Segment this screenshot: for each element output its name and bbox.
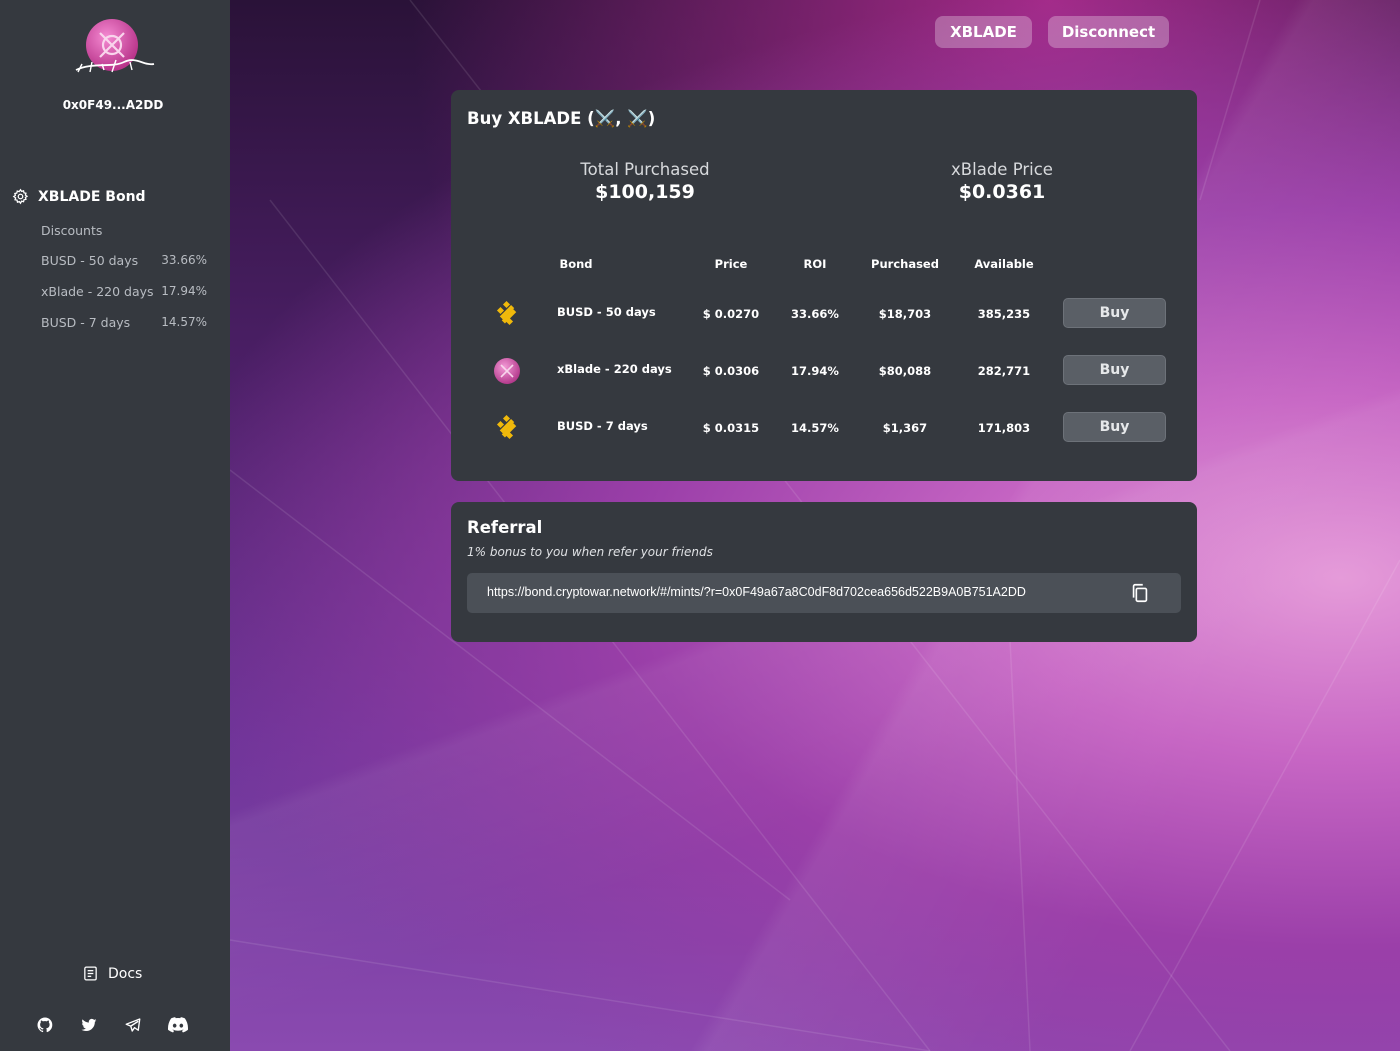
- nav-xblade-bond-label: XBLADE Bond: [38, 188, 146, 205]
- discount-item-xblade-220[interactable]: xBlade - 220 days 17.94%: [41, 284, 207, 299]
- disconnect-button[interactable]: Disconnect: [1048, 16, 1169, 48]
- document-icon: [82, 965, 99, 982]
- discount-name: BUSD - 50 days: [41, 253, 139, 268]
- bond-purchased: $18,703: [878, 307, 932, 321]
- table-row: xBlade - 220 days $ 0.0306 17.94% $80,08…: [451, 351, 1197, 391]
- busd-icon: [493, 300, 521, 328]
- bond-available: 282,771: [977, 364, 1031, 378]
- wallet-address: 0x0F49...A2DD: [62, 98, 164, 112]
- buy-button[interactable]: Buy: [1063, 412, 1166, 442]
- bond-name: BUSD - 7 days: [557, 419, 648, 433]
- total-purchased-stat: Total Purchased $100,159: [535, 160, 755, 203]
- bond-price: $ 0.0270: [702, 307, 760, 321]
- referral-url[interactable]: https://bond.cryptowar.network/#/mints/?…: [487, 585, 1026, 599]
- discount-pct: 14.57%: [161, 315, 207, 329]
- bond-roi: 17.94%: [791, 364, 839, 378]
- referral-card: Referral 1% bonus to you when refer your…: [451, 502, 1197, 642]
- xblade-price-label: xBlade Price: [951, 160, 1053, 179]
- discounts-label: Discounts: [41, 223, 103, 238]
- social-links: [36, 1016, 188, 1036]
- bond-available: 171,803: [977, 421, 1031, 435]
- table-row: BUSD - 7 days $ 0.0315 14.57% $1,367 171…: [451, 408, 1197, 448]
- xblade-price-stat: xBlade Price $0.0361: [892, 160, 1112, 203]
- buy-button[interactable]: Buy: [1063, 298, 1166, 328]
- docs-link[interactable]: Docs: [82, 965, 142, 982]
- bond-available: 385,235: [977, 307, 1031, 321]
- buy-card-title: Buy XBLADE (⚔️, ⚔️): [467, 109, 656, 128]
- bond-price: $ 0.0306: [702, 364, 760, 378]
- discount-item-busd-50[interactable]: BUSD - 50 days 33.66%: [41, 253, 207, 268]
- col-header-roi: ROI: [803, 257, 827, 271]
- discount-item-busd-7[interactable]: BUSD - 7 days 14.57%: [41, 315, 207, 330]
- telegram-icon[interactable]: [124, 1016, 144, 1036]
- total-purchased-value: $100,159: [595, 181, 695, 203]
- total-purchased-label: Total Purchased: [580, 160, 710, 179]
- discount-pct: 17.94%: [161, 284, 207, 298]
- busd-icon: [493, 414, 521, 442]
- bond-name: xBlade - 220 days: [557, 362, 672, 376]
- bond-purchased: $80,088: [878, 364, 932, 378]
- xblade-price-value: $0.0361: [958, 181, 1046, 203]
- twitter-icon[interactable]: [80, 1016, 100, 1036]
- gear-icon: [12, 188, 29, 205]
- cryptowar-logo[interactable]: [72, 18, 156, 78]
- buy-xblade-card: Buy XBLADE (⚔️, ⚔️) Total Purchased $100…: [451, 90, 1197, 481]
- discord-icon[interactable]: [168, 1016, 188, 1036]
- col-header-available: Available: [974, 257, 1034, 271]
- discount-pct: 33.66%: [161, 253, 207, 267]
- xblade-token-button[interactable]: XBLADE: [935, 16, 1032, 48]
- buy-button[interactable]: Buy: [1063, 355, 1166, 385]
- bond-purchased: $1,367: [882, 421, 928, 435]
- referral-subtitle: 1% bonus to you when refer your friends: [467, 545, 713, 559]
- xblade-icon: [493, 357, 521, 385]
- col-header-purchased: Purchased: [871, 257, 939, 271]
- sidebar: 0x0F49...A2DD XBLADE Bond Discounts BUSD…: [0, 0, 230, 1051]
- col-header-bond: Bond: [559, 257, 593, 271]
- bond-price: $ 0.0315: [702, 421, 760, 435]
- docs-label: Docs: [108, 965, 143, 982]
- discount-name: xBlade - 220 days: [41, 284, 154, 299]
- bond-roi: 14.57%: [791, 421, 839, 435]
- col-header-price: Price: [714, 257, 748, 271]
- referral-title: Referral: [467, 518, 543, 537]
- table-row: BUSD - 50 days $ 0.0270 33.66% $18,703 3…: [451, 294, 1197, 334]
- copy-icon[interactable]: [1129, 582, 1151, 604]
- bond-name: BUSD - 50 days: [557, 305, 656, 319]
- bond-roi: 33.66%: [791, 307, 839, 321]
- referral-link-field[interactable]: https://bond.cryptowar.network/#/mints/?…: [467, 573, 1181, 613]
- discount-name: BUSD - 7 days: [41, 315, 131, 330]
- github-icon[interactable]: [36, 1016, 56, 1036]
- nav-xblade-bond[interactable]: XBLADE Bond: [12, 188, 146, 205]
